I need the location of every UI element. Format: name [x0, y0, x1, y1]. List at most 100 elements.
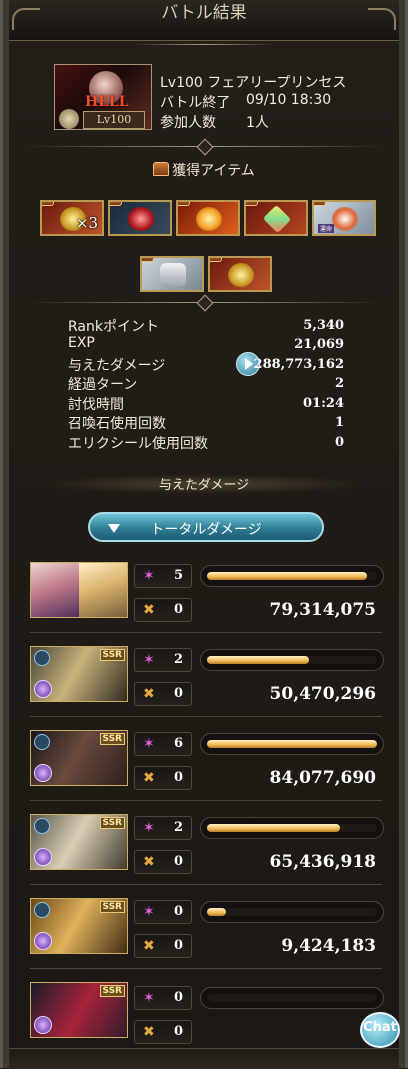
- character-portrait[interactable]: SSR: [30, 982, 128, 1038]
- damage-bar: [200, 901, 384, 923]
- sparkle-icon: ✶: [143, 652, 155, 668]
- chest-icon: [142, 258, 154, 262]
- ring-icon: [34, 818, 50, 834]
- rank-points-value: 5,340: [303, 318, 344, 333]
- participants-label: 参加人数: [160, 115, 216, 131]
- character-portrait[interactable]: SSR: [30, 898, 128, 954]
- hit-count: ✶ 6: [134, 732, 192, 756]
- hit-count: ✶ 2: [134, 648, 192, 672]
- damage-dealt-label: 与えたダメージ: [68, 358, 166, 374]
- participants-count: 1人: [246, 115, 269, 131]
- item-slot-1[interactable]: ×3: [40, 200, 104, 236]
- element-icon: [34, 848, 52, 866]
- damage-bar: [200, 817, 384, 839]
- character-portrait[interactable]: [30, 562, 128, 618]
- difficulty-label: HELL: [85, 94, 129, 110]
- ca-count: ✖ 0: [134, 850, 192, 874]
- sparkle-icon: ✶: [143, 568, 155, 584]
- footer-band: [9, 1048, 399, 1069]
- ca-count-value: 0: [173, 686, 183, 701]
- rarity-badge: SSR: [99, 817, 125, 829]
- ca-count-value: 0: [173, 938, 183, 953]
- ca-count: ✖ 0: [134, 934, 192, 958]
- prism-crystal-icon: [262, 204, 292, 234]
- rarity-badge: SSR: [99, 901, 125, 913]
- exp-value: 21,069: [294, 337, 344, 352]
- row-divider: [30, 632, 382, 633]
- total-damage-label: トータルダメージ: [150, 522, 262, 538]
- hit-count-value: 0: [173, 904, 183, 919]
- rarity-badge: SSR: [99, 985, 125, 997]
- character-portrait[interactable]: SSR: [30, 814, 128, 870]
- hit-count: ✶ 0: [134, 986, 192, 1010]
- sparkle-icon: ✶: [143, 820, 155, 836]
- lyre-icon: [160, 263, 186, 287]
- defeat-time-value: 01:24: [303, 396, 344, 411]
- quest-name: Lv100 フェアリープリンセス: [160, 75, 347, 91]
- character-art: [31, 563, 79, 617]
- row-divider: [30, 716, 382, 717]
- element-icon: [34, 764, 52, 782]
- chat-button[interactable]: Chat: [360, 1012, 400, 1048]
- item-slot-5[interactable]: 運命: [312, 200, 376, 236]
- ring-icon: [34, 902, 50, 918]
- damage-row-1: ✶ 5 ✖ 0 79,314,075: [30, 562, 386, 642]
- hit-count-value: 2: [173, 820, 183, 835]
- damage-row-3: SSR ✶ 6 ✖ 0 84,077,690: [30, 730, 386, 810]
- damage-value: 79,314,075: [269, 600, 376, 620]
- gold-medal-icon: [228, 263, 254, 287]
- fire-orb-icon: [196, 207, 222, 231]
- hit-count-value: 2: [173, 652, 183, 667]
- items-title: 獲得アイテム: [172, 163, 255, 179]
- page-title: バトル結果: [161, 3, 247, 23]
- item-slot-7[interactable]: [208, 256, 272, 292]
- row-divider: [30, 884, 382, 885]
- charge-attack-icon: ✖: [143, 686, 155, 702]
- character-portrait[interactable]: SSR: [30, 730, 128, 786]
- rarity-badge: SSR: [99, 733, 125, 745]
- item-slot-6[interactable]: [140, 256, 204, 292]
- chest-icon: [110, 202, 122, 206]
- ca-count: ✖ 0: [134, 598, 192, 622]
- chest-icon: [42, 202, 54, 206]
- hit-count: ✶ 0: [134, 900, 192, 924]
- charge-attack-icon: ✖: [143, 938, 155, 954]
- hit-count: ✶ 2: [134, 816, 192, 840]
- damage-value: 84,077,690: [269, 768, 376, 788]
- sparkle-icon: ✶: [143, 990, 155, 1006]
- turns-value: 2: [334, 376, 344, 391]
- chest-icon: [246, 202, 258, 206]
- ca-count-value: 0: [173, 854, 183, 869]
- ring-icon: [34, 650, 50, 666]
- item-tag: 運命: [318, 224, 335, 233]
- end-time: 09/10 18:30: [246, 92, 332, 108]
- item-slot-4[interactable]: [244, 200, 308, 236]
- charge-attack-icon: ✖: [143, 602, 155, 618]
- ring-icon: [34, 734, 50, 750]
- item-slot-2[interactable]: [108, 200, 172, 236]
- hit-count-value: 0: [173, 990, 183, 1005]
- red-crystal-icon: [128, 207, 154, 231]
- quest-thumbnail: HELL Lv100: [54, 64, 152, 130]
- row-divider: [30, 800, 382, 801]
- hit-count-value: 5: [173, 568, 183, 583]
- damage-value: 65,436,918: [269, 852, 376, 872]
- sparkle-icon: ✶: [143, 736, 155, 752]
- element-icon: [34, 932, 52, 950]
- quest-badge-icon: [59, 109, 79, 129]
- total-damage-dropdown[interactable]: トータルダメージ: [88, 512, 324, 542]
- defeat-time-label: 討伐時間: [68, 397, 124, 413]
- hit-count: ✶ 5: [134, 564, 192, 588]
- damage-row-4: SSR ✶ 2 ✖ 0 65,436,918: [30, 814, 386, 894]
- chat-label: Chat: [363, 1020, 397, 1035]
- element-icon: [34, 1016, 52, 1034]
- rarity-badge: SSR: [99, 649, 125, 661]
- item-slot-3[interactable]: [176, 200, 240, 236]
- elixir-uses-value: 0: [334, 435, 344, 450]
- chest-icon: [178, 202, 190, 206]
- ca-count-value: 0: [173, 770, 183, 785]
- character-portrait[interactable]: SSR: [30, 646, 128, 702]
- damage-row-5: SSR ✶ 0 ✖ 0 9,424,183: [30, 898, 386, 978]
- damage-bar: [200, 733, 384, 755]
- damage-section-heading: 与えたダメージ: [40, 474, 368, 494]
